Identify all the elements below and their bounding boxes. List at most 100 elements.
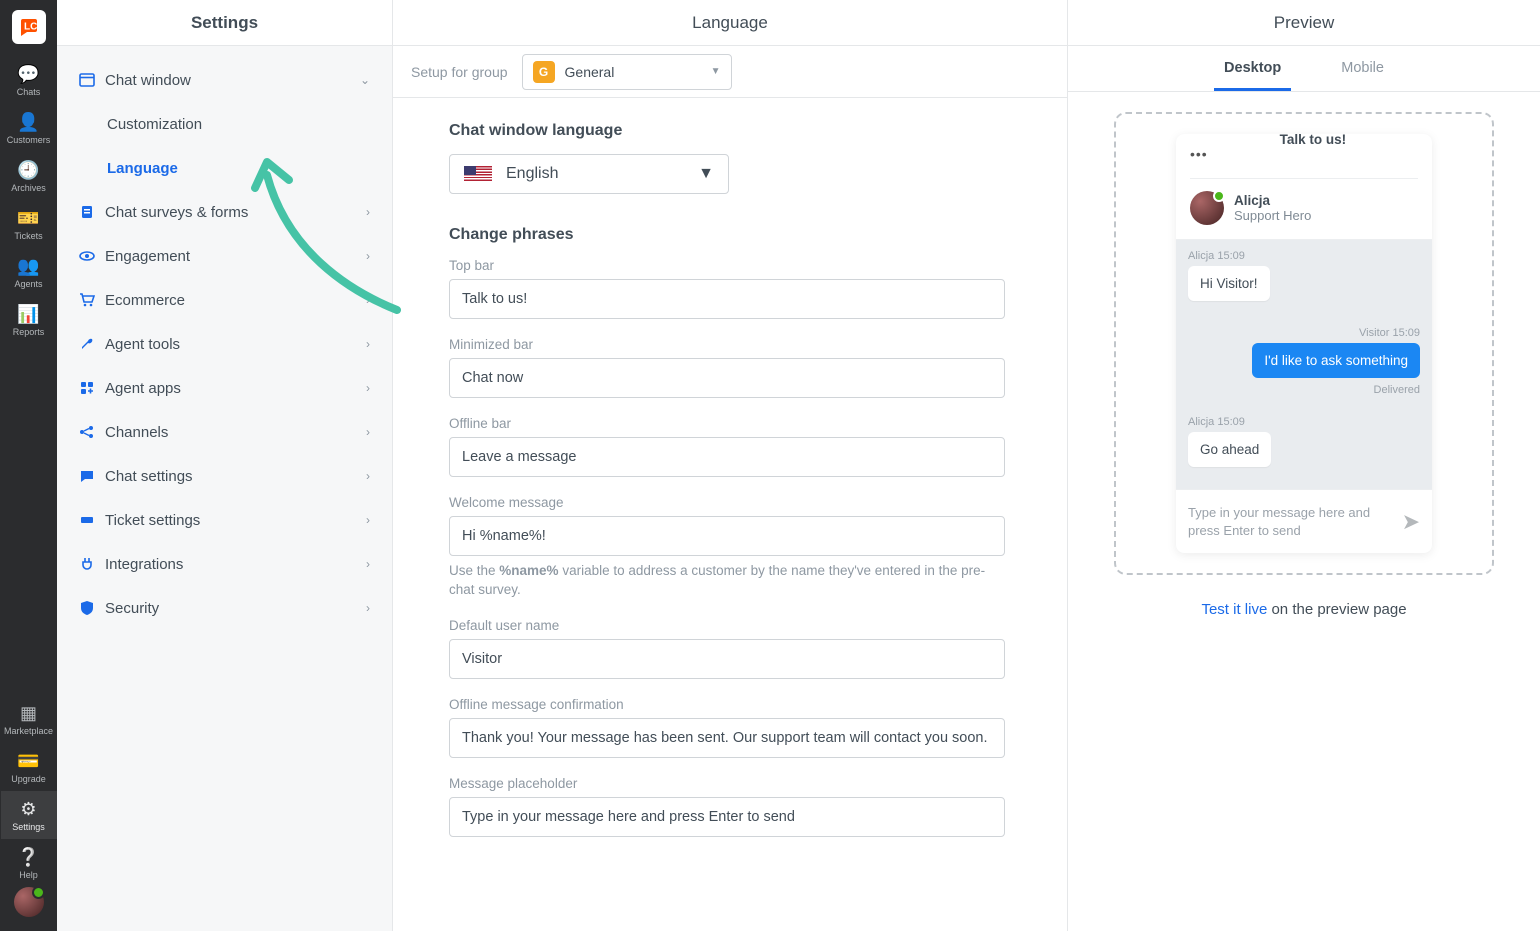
agent-role: Support Hero xyxy=(1234,208,1311,223)
svg-text:LC: LC xyxy=(24,22,37,33)
rail-upgrade[interactable]: 💳Upgrade xyxy=(1,743,57,791)
rail-settings[interactable]: ⚙Settings xyxy=(1,791,57,839)
sidebar-item-ecommerce[interactable]: Ecommerce › xyxy=(67,278,382,322)
preview-tabs: Desktop Mobile xyxy=(1068,46,1540,92)
chevron-right-icon: › xyxy=(366,425,370,439)
wrench-icon xyxy=(79,336,101,352)
sidebar-item-integrations[interactable]: Integrations › xyxy=(67,542,382,586)
page-title: Language xyxy=(393,0,1067,46)
upgrade-icon: 💳 xyxy=(17,751,39,772)
sidebar-item-surveys[interactable]: Chat surveys & forms › xyxy=(67,190,382,234)
offline-bar-input[interactable] xyxy=(449,437,1005,477)
rail-marketplace[interactable]: ▦Marketplace xyxy=(1,695,57,743)
chevron-right-icon: › xyxy=(366,337,370,351)
offline-confirm-input[interactable] xyxy=(449,718,1005,758)
sidebar-sub-language[interactable]: Language xyxy=(67,146,382,190)
field-label: Offline bar xyxy=(449,416,1005,431)
caret-down-icon: ▼ xyxy=(711,66,721,77)
grid-icon: ▦ xyxy=(20,703,37,724)
more-icon[interactable]: ••• xyxy=(1190,146,1208,162)
sidebar-item-chat-window[interactable]: Chat window ⌄ xyxy=(67,58,382,102)
agent-message: Hi Visitor! xyxy=(1188,266,1270,301)
language-select[interactable]: English ▼ xyxy=(449,154,729,194)
language-value: English xyxy=(506,165,698,183)
tab-mobile[interactable]: Mobile xyxy=(1331,60,1394,91)
test-live-link[interactable]: Test it live xyxy=(1201,601,1267,618)
top-bar-input[interactable] xyxy=(449,279,1005,319)
caret-down-icon: ▼ xyxy=(698,165,714,183)
chevron-right-icon: › xyxy=(366,469,370,483)
placeholder-input[interactable] xyxy=(449,797,1005,837)
group-badge: G xyxy=(533,61,555,83)
nav-rail: LC 💬Chats 👤Customers 🕘Archives 🎫Tickets … xyxy=(0,0,57,931)
channels-icon xyxy=(79,424,101,440)
chevron-right-icon: › xyxy=(366,381,370,395)
chevron-down-icon: ⌄ xyxy=(360,73,370,87)
reports-icon: 📊 xyxy=(17,304,39,325)
sidebar-item-channels[interactable]: Channels › xyxy=(67,410,382,454)
app-logo[interactable]: LC xyxy=(12,10,46,44)
msg-meta: Visitor 15:09 xyxy=(1188,327,1420,339)
group-select[interactable]: G General ▼ xyxy=(522,54,732,90)
section-language-title: Chat window language xyxy=(449,122,1027,140)
sidebar-item-engagement[interactable]: Engagement › xyxy=(67,234,382,278)
plug-icon xyxy=(79,556,101,572)
ticket-icon: 🎫 xyxy=(17,208,39,229)
tab-desktop[interactable]: Desktop xyxy=(1214,60,1291,91)
section-phrases-title: Change phrases xyxy=(449,226,1027,244)
customers-icon: 👤 xyxy=(17,112,39,133)
chevron-right-icon: › xyxy=(366,293,370,307)
rail-help[interactable]: ❔Help xyxy=(1,839,57,887)
group-label: Setup for group xyxy=(411,64,508,80)
widget-input[interactable]: Type in your message here and press Ente… xyxy=(1176,489,1432,553)
chat-widget: ••• Talk to us! Alicja Support Hero xyxy=(1176,134,1432,553)
rail-reports[interactable]: 📊Reports xyxy=(1,296,57,344)
sidebar-item-chat-settings[interactable]: Chat settings › xyxy=(67,454,382,498)
user-avatar[interactable] xyxy=(14,887,44,917)
rail-archives[interactable]: 🕘Archives xyxy=(1,152,57,200)
agent-name: Alicja xyxy=(1234,193,1311,208)
send-icon[interactable]: ➤ xyxy=(1402,509,1420,535)
group-bar: Setup for group G General ▼ xyxy=(393,46,1067,98)
delivered-label: Delivered xyxy=(1188,384,1420,396)
shield-icon xyxy=(79,600,101,616)
rail-agents[interactable]: 👥Agents xyxy=(1,248,57,296)
field-minimized-bar: Minimized bar xyxy=(449,337,1005,398)
field-placeholder: Message placeholder xyxy=(449,776,1005,837)
flag-us-icon xyxy=(464,166,492,183)
preview-link-row: Test it live on the preview page xyxy=(1201,601,1406,618)
field-welcome: Welcome message Use the %name% variable … xyxy=(449,495,1005,600)
field-label: Minimized bar xyxy=(449,337,1005,352)
field-label: Top bar xyxy=(449,258,1005,273)
apps-icon xyxy=(79,380,101,396)
chevron-right-icon: › xyxy=(366,205,370,219)
minimized-bar-input[interactable] xyxy=(449,358,1005,398)
msg-meta: Alicja 15:09 xyxy=(1188,250,1420,262)
chevron-right-icon: › xyxy=(366,249,370,263)
sidebar-item-agent-apps[interactable]: Agent apps › xyxy=(67,366,382,410)
clock-icon: 🕘 xyxy=(17,160,39,181)
preview-panel: Preview Desktop Mobile ••• Talk to us! xyxy=(1068,0,1540,931)
sidebar-item-ticket-settings[interactable]: Ticket settings › xyxy=(67,498,382,542)
sidebar-title: Settings xyxy=(57,0,392,46)
chat-settings-icon xyxy=(79,468,101,484)
field-hint: Use the %name% variable to address a cus… xyxy=(449,562,1005,600)
default-user-input[interactable] xyxy=(449,639,1005,679)
rail-customers[interactable]: 👤Customers xyxy=(1,104,57,152)
field-label: Welcome message xyxy=(449,495,1005,510)
field-offline-confirm: Offline message confirmation xyxy=(449,697,1005,758)
rail-tickets[interactable]: 🎫Tickets xyxy=(1,200,57,248)
preview-title: Preview xyxy=(1068,0,1540,46)
sidebar-item-agent-tools[interactable]: Agent tools › xyxy=(67,322,382,366)
welcome-input[interactable] xyxy=(449,516,1005,556)
sidebar-item-security[interactable]: Security › xyxy=(67,586,382,630)
chevron-right-icon: › xyxy=(366,513,370,527)
gear-icon: ⚙ xyxy=(20,799,36,820)
rail-chats[interactable]: 💬Chats xyxy=(1,56,57,104)
agents-icon: 👥 xyxy=(17,256,39,277)
field-label: Message placeholder xyxy=(449,776,1005,791)
cart-icon xyxy=(79,292,101,308)
window-icon xyxy=(79,72,101,88)
agent-avatar xyxy=(1190,191,1224,225)
sidebar-sub-customization[interactable]: Customization xyxy=(67,102,382,146)
